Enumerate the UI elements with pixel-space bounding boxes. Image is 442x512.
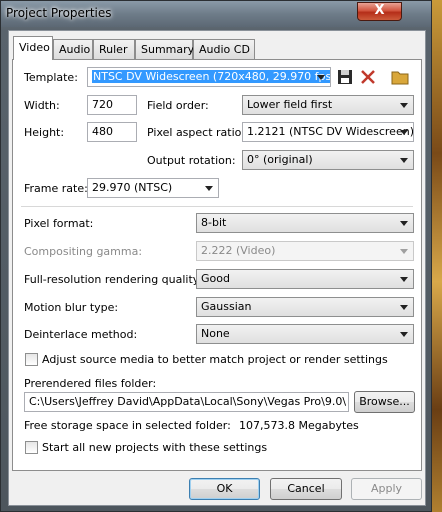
chevron-down-icon bbox=[400, 221, 408, 226]
output-rotation-label: Output rotation: bbox=[147, 154, 236, 167]
apply-button[interactable]: Apply bbox=[351, 478, 422, 500]
tab-video[interactable]: Video bbox=[13, 36, 53, 60]
pixel-aspect-ratio-dropdown[interactable]: 1.2121 (NTSC DV Widescreen) bbox=[242, 122, 414, 142]
separator bbox=[21, 206, 413, 207]
save-icon[interactable] bbox=[336, 68, 354, 86]
output-rotation-dropdown[interactable]: 0° (original) bbox=[242, 150, 414, 170]
motion-blur-dropdown[interactable]: Gaussian bbox=[196, 297, 414, 317]
browse-button[interactable]: Browse... bbox=[354, 391, 415, 413]
cancel-button[interactable]: Cancel bbox=[270, 478, 342, 500]
chevron-down-icon bbox=[400, 277, 408, 282]
pixel-aspect-ratio-value: 1.2121 (NTSC DV Widescreen) bbox=[247, 125, 414, 138]
chevron-down-icon bbox=[317, 75, 325, 80]
tab-audio-cd[interactable]: Audio CD bbox=[193, 39, 255, 59]
pixel-format-label: Pixel format: bbox=[24, 217, 94, 230]
field-order-label: Field order: bbox=[147, 99, 209, 112]
template-label: Template: bbox=[24, 71, 78, 84]
close-button[interactable]: X bbox=[357, 2, 402, 21]
compositing-gamma-label: Compositing gamma: bbox=[24, 245, 143, 258]
output-rotation-value: 0° (original) bbox=[247, 153, 313, 166]
title-bar[interactable]: Project Properties X bbox=[1, 1, 431, 27]
delete-icon[interactable] bbox=[359, 68, 377, 86]
compositing-gamma-value: 2.222 (Video) bbox=[201, 244, 276, 257]
deinterlace-dropdown[interactable]: None bbox=[196, 324, 414, 344]
height-label: Height: bbox=[24, 126, 65, 139]
chevron-down-icon bbox=[400, 249, 408, 254]
rendering-quality-label: Full-resolution rendering quality: bbox=[24, 273, 203, 286]
field-order-value: Lower field first bbox=[247, 98, 333, 111]
template-dropdown[interactable]: NTSC DV Widescreen (720x480, 29.970 fps) bbox=[87, 67, 331, 87]
tab-audio[interactable]: Audio bbox=[53, 39, 93, 59]
compositing-gamma-dropdown: 2.222 (Video) bbox=[196, 241, 414, 261]
start-all-projects-label: Start all new projects with these settin… bbox=[42, 441, 268, 454]
window-title: Project Properties bbox=[6, 6, 112, 20]
folder-icon[interactable] bbox=[391, 68, 409, 86]
height-field[interactable]: 480 bbox=[87, 122, 137, 142]
rendering-quality-dropdown[interactable]: Good bbox=[196, 269, 414, 289]
chevron-down-icon bbox=[400, 305, 408, 310]
tab-ruler[interactable]: Ruler bbox=[93, 39, 135, 59]
start-all-projects-checkbox[interactable] bbox=[25, 441, 38, 454]
project-properties-dialog: Project Properties X Video Audio Ruler S… bbox=[0, 0, 432, 512]
frame-rate-value: 29.970 (NTSC) bbox=[92, 181, 173, 194]
frame-rate-label: Frame rate: bbox=[24, 182, 88, 195]
motion-blur-label: Motion blur type: bbox=[24, 301, 119, 314]
rendering-quality-value: Good bbox=[201, 272, 230, 285]
video-tab-panel: Template: NTSC DV Widescreen (720x480, 2… bbox=[12, 59, 422, 471]
adjust-source-label: Adjust source media to better match proj… bbox=[42, 353, 388, 366]
free-space-value: 107,573.8 Megabytes bbox=[239, 419, 359, 432]
dialog-client-area: Video Audio Ruler Summary Audio CD Templ… bbox=[8, 30, 426, 506]
deinterlace-value: None bbox=[201, 327, 230, 340]
deinterlace-label: Deinterlace method: bbox=[24, 328, 138, 341]
chevron-down-icon bbox=[400, 332, 408, 337]
chevron-down-icon bbox=[400, 158, 408, 163]
chevron-down-icon bbox=[400, 130, 408, 135]
chevron-down-icon bbox=[205, 186, 213, 191]
ok-button[interactable]: OK bbox=[189, 478, 260, 500]
motion-blur-value: Gaussian bbox=[201, 300, 252, 313]
tab-summary[interactable]: Summary bbox=[135, 39, 194, 59]
width-field[interactable]: 720 bbox=[87, 95, 137, 115]
field-order-dropdown[interactable]: Lower field first bbox=[242, 95, 414, 115]
width-label: Width: bbox=[24, 99, 60, 112]
template-value: NTSC DV Widescreen (720x480, 29.970 fps) bbox=[92, 70, 330, 83]
pixel-aspect-ratio-label: Pixel aspect ratio: bbox=[147, 126, 246, 139]
free-space-label: Free storage space in selected folder: bbox=[24, 419, 231, 432]
chevron-down-icon bbox=[400, 103, 408, 108]
pixel-format-value: 8-bit bbox=[201, 216, 227, 229]
prerender-folder-field[interactable]: C:\Users\Jeffrey David\AppData\Local\Son… bbox=[24, 392, 349, 412]
adjust-source-checkbox[interactable] bbox=[25, 353, 38, 366]
prerender-folder-label: Prerendered files folder: bbox=[24, 377, 157, 390]
frame-rate-dropdown[interactable]: 29.970 (NTSC) bbox=[87, 178, 219, 198]
pixel-format-dropdown[interactable]: 8-bit bbox=[196, 213, 414, 233]
